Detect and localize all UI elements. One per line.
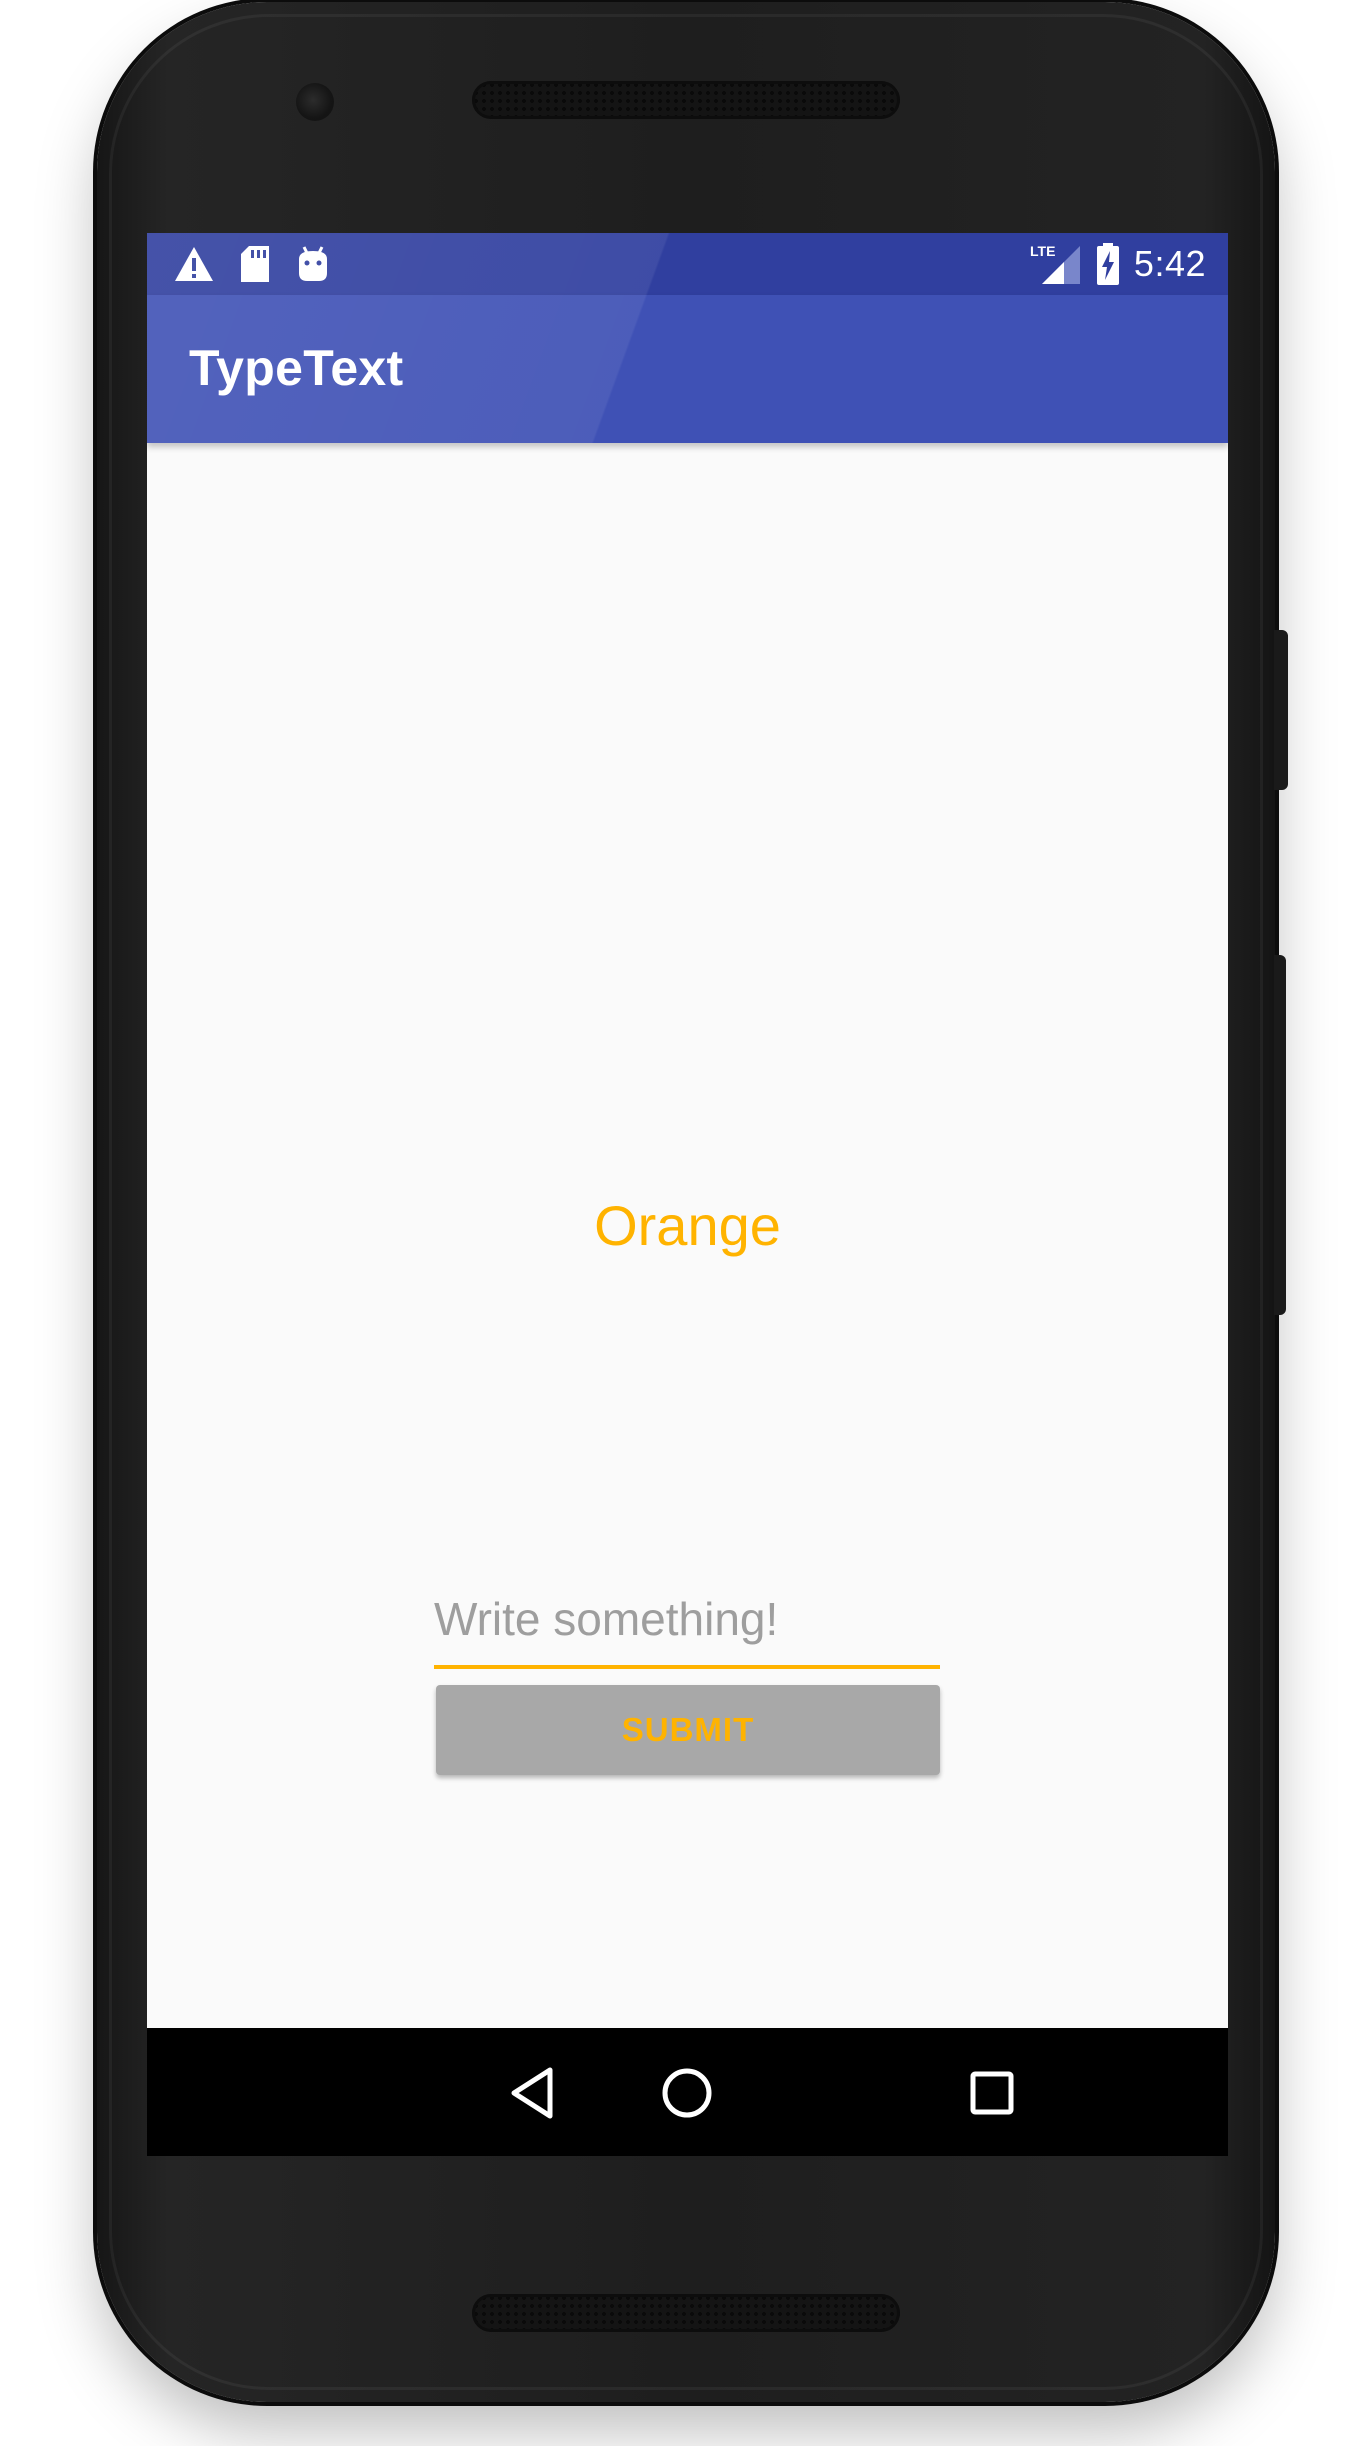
front-camera: [296, 83, 334, 121]
notification-icons: [173, 245, 355, 283]
power-button[interactable]: [1274, 630, 1288, 790]
app-title: TypeText: [189, 340, 404, 396]
status-bar: LTE 5:42: [147, 233, 1228, 295]
system-indicators: LTE 5:42: [1030, 241, 1206, 287]
earpiece-speaker: [472, 81, 900, 119]
text-input[interactable]: [434, 1573, 940, 1669]
svg-text:LTE: LTE: [1030, 243, 1055, 259]
device-frame: LTE 5:42 TypeText Orange SUBMIT: [0, 0, 1370, 2446]
display-text: Orange: [594, 1194, 781, 1257]
status-clock: 5:42: [1133, 243, 1206, 284]
android-debug-icon: [299, 246, 327, 281]
home-icon: [662, 2068, 712, 2118]
back-button[interactable]: [487, 2048, 577, 2138]
recents-button[interactable]: [947, 2048, 1037, 2138]
screen: LTE 5:42 TypeText Orange SUBMIT: [147, 233, 1228, 2156]
battery-charging-icon: [1096, 243, 1119, 285]
volume-rocker[interactable]: [1274, 955, 1286, 1315]
navigation-bar: [147, 2028, 1228, 2156]
app-bar: TypeText: [147, 295, 1228, 443]
recents-icon: [970, 2071, 1014, 2115]
sd-card-icon: [241, 246, 269, 282]
lte-signal-icon: LTE: [1030, 243, 1080, 284]
back-icon: [511, 2067, 553, 2119]
submit-button[interactable]: SUBMIT: [436, 1685, 940, 1775]
warning-icon: [175, 247, 213, 281]
bottom-speaker: [472, 2294, 900, 2332]
home-button[interactable]: [642, 2048, 732, 2138]
